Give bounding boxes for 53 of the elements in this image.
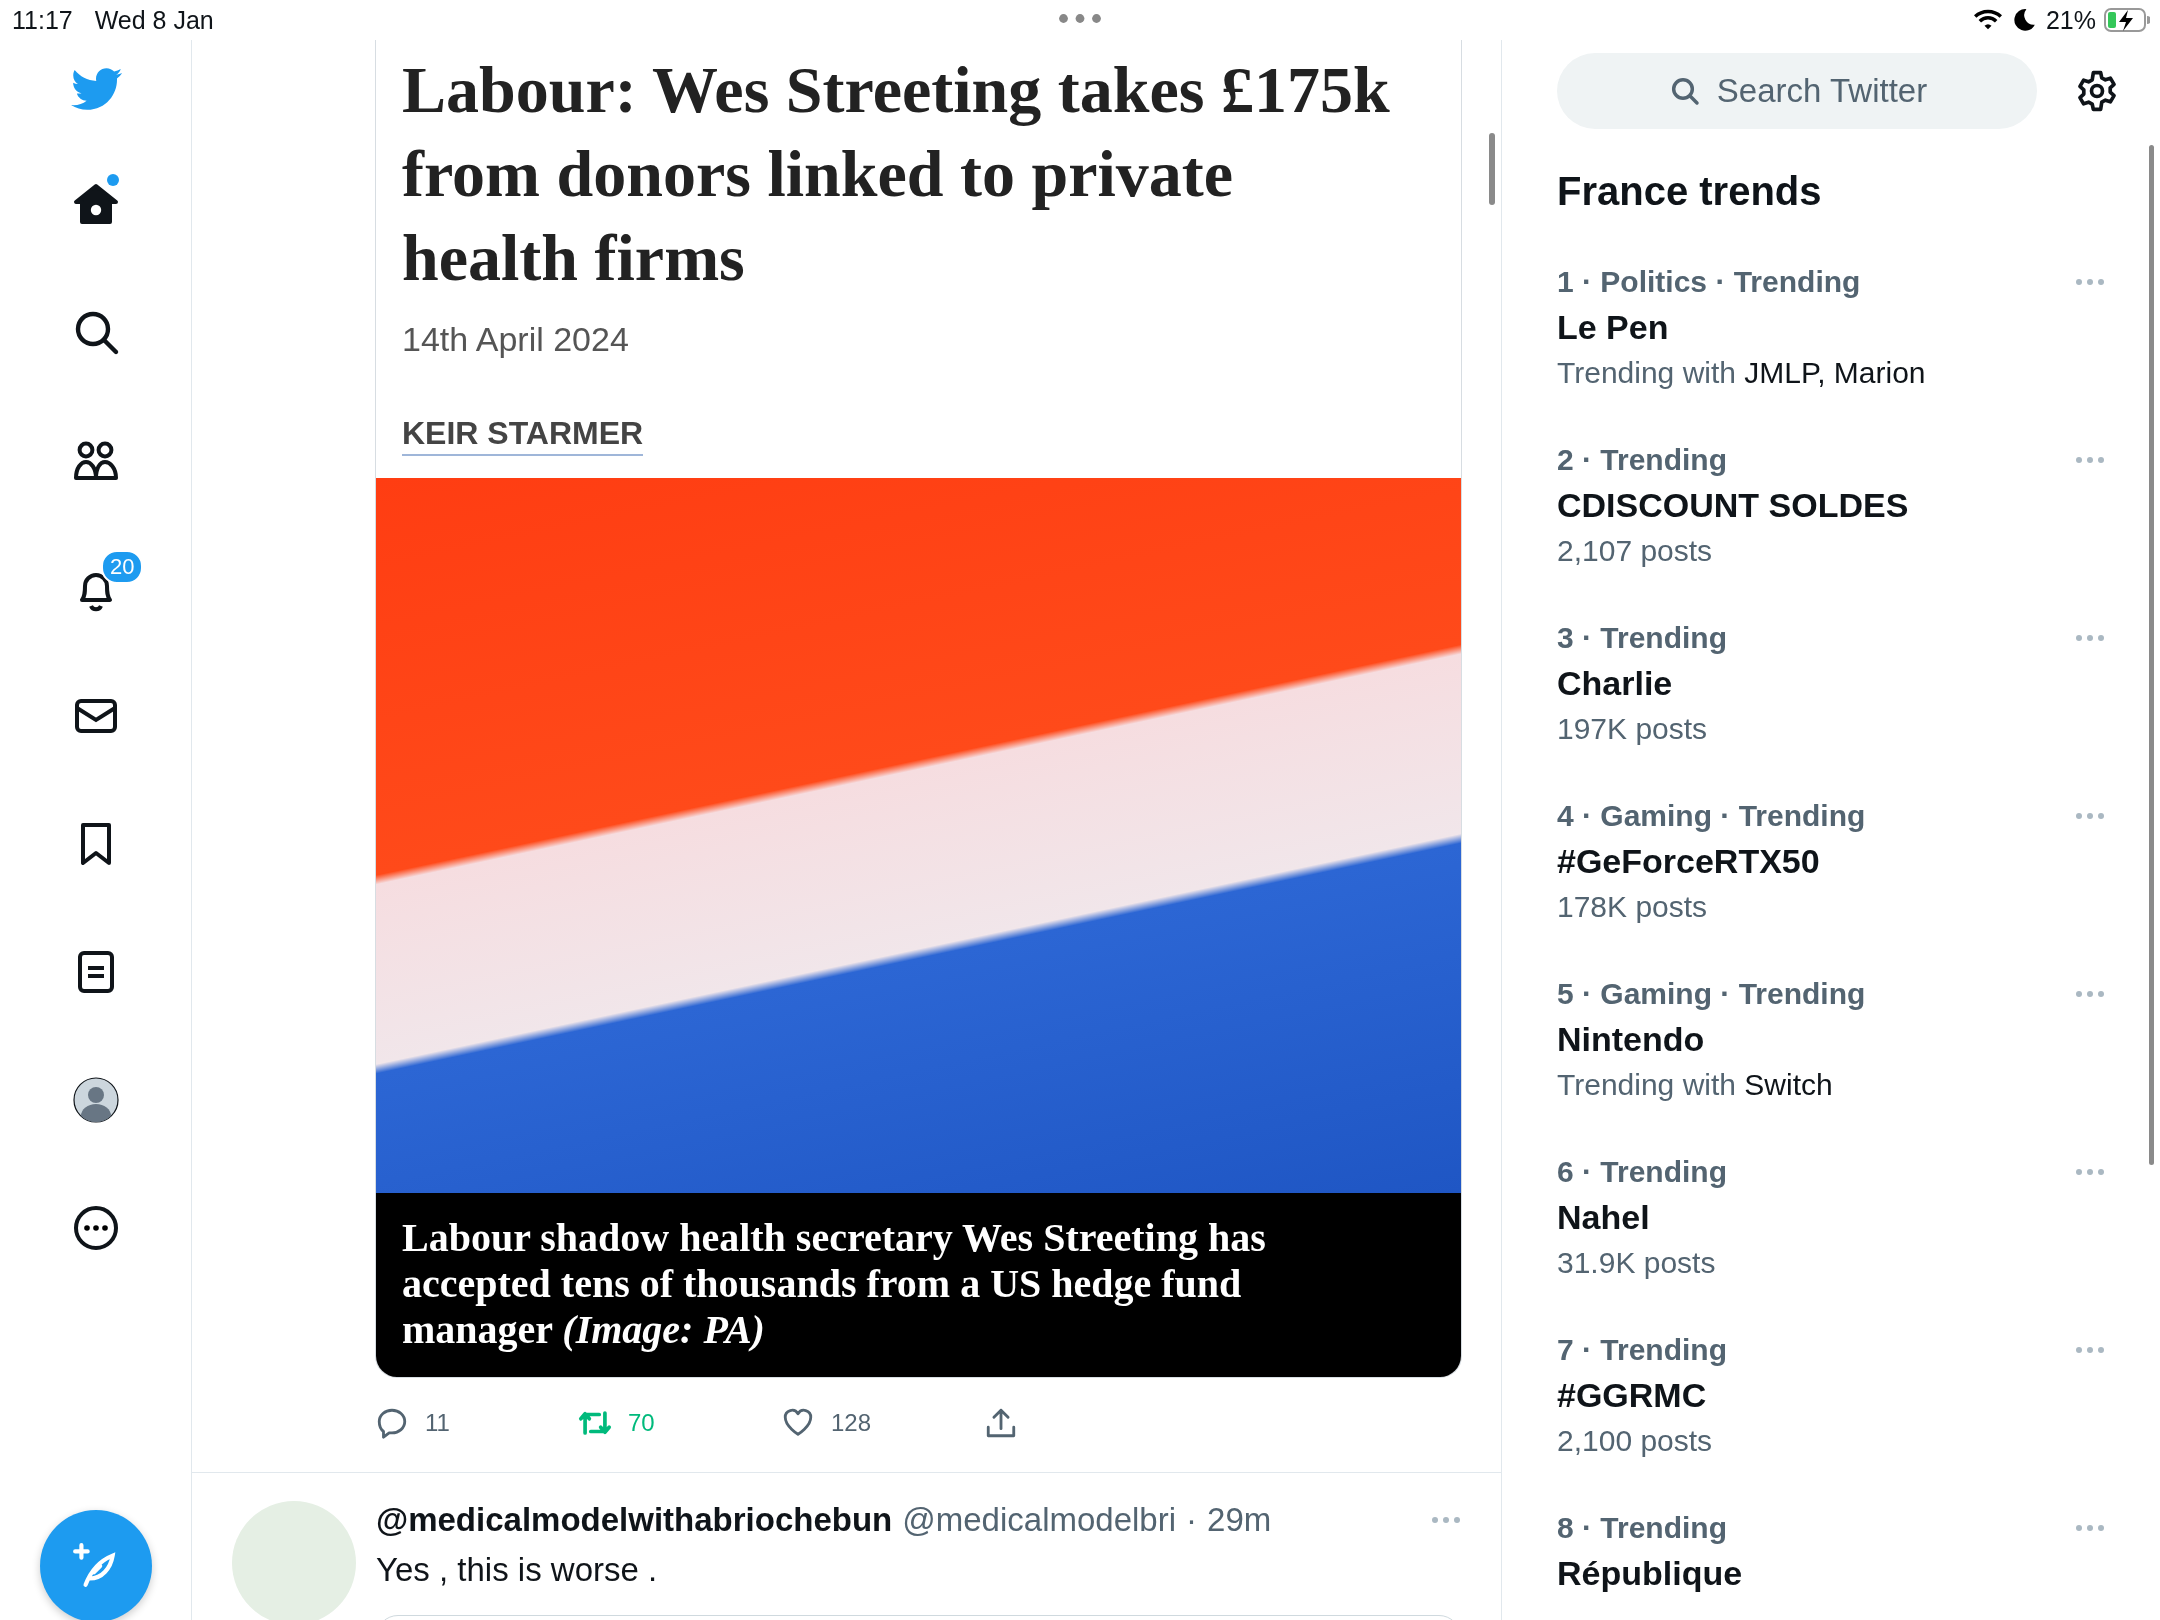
multitask-dots-icon[interactable]	[1058, 13, 1102, 24]
trend-topic-link[interactable]: CDISCOUNT SOLDES	[1557, 482, 2105, 528]
author-handle: @medicalmodelbri	[902, 1501, 1177, 1539]
wifi-icon	[1973, 8, 2002, 32]
speech-bubble-icon[interactable]	[375, 1406, 409, 1440]
share-upload-icon[interactable]	[984, 1406, 1018, 1440]
notification-count: 20	[101, 550, 144, 584]
status-date: Wed 8 Jan	[94, 5, 214, 35]
article-card[interactable]	[375, 40, 1462, 1378]
avatar-icon[interactable]	[71, 1076, 120, 1124]
author-name[interactable]: @medicalmodelwithabriochebun	[376, 1501, 893, 1539]
compose-button[interactable]	[39, 1510, 152, 1620]
trend-post-count: 31.9K posts	[1557, 1245, 1717, 1281]
trend-post-count: 178K posts	[1557, 889, 1709, 925]
battery-percent: 21%	[2045, 5, 2096, 35]
trend-topic-link[interactable]: Nintendo	[1557, 1016, 2105, 1062]
trend-topic-link[interactable]: Nahel	[1557, 1194, 2105, 1240]
trend-category: 4 · Gaming · Trending	[1557, 798, 1866, 834]
status-time: 11:17	[12, 5, 73, 35]
trends-heading: France trends	[1557, 169, 1823, 214]
trend-topic-link[interactable]: Charlie	[1557, 660, 2105, 706]
trend-topic-link[interactable]: #GGRMC	[1557, 1372, 2105, 1418]
settings-icon[interactable]	[2075, 69, 2119, 113]
trend-related: Trending with Switch	[1557, 1067, 1834, 1103]
article-tag-link[interactable]: KEIR STARMER	[402, 415, 644, 456]
trend-category: 5 · Gaming · Trending	[1557, 976, 1866, 1012]
trend-post-count: 197K posts	[1557, 711, 1709, 747]
scroll-indicator	[1489, 133, 1495, 205]
search-icon	[1669, 75, 1701, 107]
action-count: 70	[628, 1409, 655, 1437]
trend-category: 1 · Politics · Trending	[1557, 264, 1861, 300]
trend-category: 3 · Trending	[1557, 620, 1727, 656]
trend-category: 7 · Trending	[1557, 1332, 1727, 1368]
separator-dot: ·	[1186, 1501, 1198, 1539]
trend-category: 2 · Trending	[1557, 442, 1727, 478]
action-count: 128	[831, 1409, 872, 1437]
article-headline: Labour: Wes Streeting takes £175k from donors linked to private health firms	[402, 52, 1391, 296]
action-count: 11	[425, 1409, 450, 1437]
photo-caption: Labour shadow health secretary Wes Streeting has accepted tens of thousands from a US hedge fund manager (Image: PA)	[402, 1215, 1267, 1353]
article-date: 14th April 2024	[402, 320, 630, 359]
tweet-time: 29m	[1207, 1501, 1272, 1539]
trend-related: Trending with JMLP, Marion	[1557, 355, 1927, 391]
trend-category: 8 · Trending	[1557, 1510, 1727, 1546]
trend-post-count: 2,107 posts	[1557, 533, 1714, 569]
trend-topic-link[interactable]: #GeForceRTX50	[1557, 838, 2105, 884]
trend-category: 6 · Trending	[1557, 1154, 1727, 1190]
battery-charging-icon	[2104, 8, 2150, 32]
search-field[interactable]: Search Twitter	[1557, 53, 2037, 129]
trend-post-count: 2,100 posts	[1557, 1423, 1714, 1459]
more-circle-icon[interactable]	[71, 1204, 120, 1252]
trend-topic-link[interactable]: République	[1557, 1550, 2105, 1596]
trend-topic-link[interactable]: Le Pen	[1557, 304, 2105, 350]
tweet-text: Yes , this is worse .	[376, 1551, 659, 1589]
